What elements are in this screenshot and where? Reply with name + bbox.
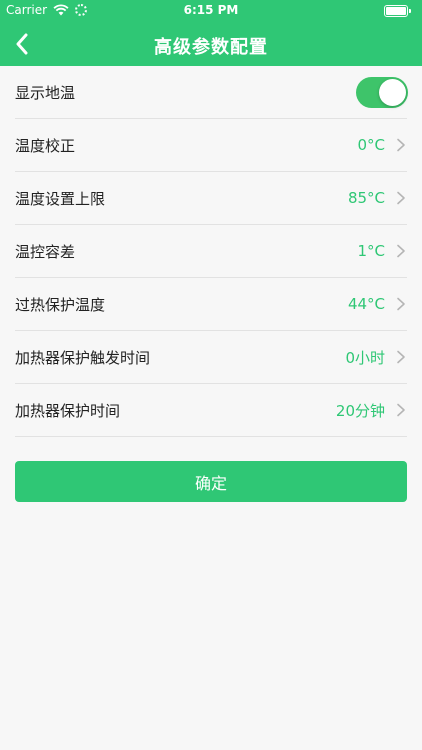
confirm-button[interactable]: 确定 xyxy=(15,461,407,502)
page-title: 高级参数配置 xyxy=(154,37,268,58)
setting-label: 温控容差 xyxy=(15,242,76,261)
setting-row-heater-protection-time[interactable]: 加热器保护时间 20分钟 xyxy=(15,384,407,437)
battery-fill xyxy=(386,7,406,15)
setting-row-show-floor-temp: 显示地温 xyxy=(15,66,408,119)
setting-label: 温度校正 xyxy=(15,136,76,155)
status-time: 6:15 PM xyxy=(183,3,239,17)
setting-label: 温度设置上限 xyxy=(15,189,106,208)
setting-row-temp-calibration[interactable]: 温度校正 0°C xyxy=(15,119,407,172)
chevron-right-icon xyxy=(397,403,405,417)
setting-value: 85°C xyxy=(347,189,385,207)
toggle-knob xyxy=(379,78,406,106)
status-bar: Carrier 6:15 PM xyxy=(0,0,422,22)
chevron-right-icon xyxy=(397,350,405,364)
setting-value: 0小时 xyxy=(345,348,385,367)
chevron-right-icon xyxy=(397,138,405,152)
setting-label: 显示地温 xyxy=(15,83,76,102)
battery-tip xyxy=(409,9,411,13)
setting-value: 0°C xyxy=(357,136,385,154)
show-floor-temp-toggle[interactable] xyxy=(356,76,408,108)
setting-row-temp-upper-limit[interactable]: 温度设置上限 85°C xyxy=(15,172,407,225)
setting-value: 44°C xyxy=(347,295,385,313)
setting-row-heater-trigger-time[interactable]: 加热器保护触发时间 0小时 xyxy=(15,331,407,384)
setting-label: 加热器保护时间 xyxy=(15,401,121,420)
chevron-right-icon xyxy=(397,297,405,311)
setting-value: 1°C xyxy=(357,242,385,260)
settings-list: 显示地温 温度校正 0°C 温度设置上限 85°C 温控容差 1°C 过热保护温… xyxy=(15,66,408,437)
setting-label: 加热器保护触发时间 xyxy=(15,348,151,367)
nav-header: Carrier 6:15 PM 高级参数配置 xyxy=(0,0,422,66)
chevron-right-icon xyxy=(397,191,405,205)
chevron-right-icon xyxy=(397,244,405,258)
battery-icon xyxy=(384,5,411,17)
setting-label: 过热保护温度 xyxy=(15,295,106,314)
setting-row-temp-tolerance[interactable]: 温控容差 1°C xyxy=(15,225,407,278)
setting-row-overheat-protection[interactable]: 过热保护温度 44°C xyxy=(15,278,407,331)
setting-value: 20分钟 xyxy=(335,401,385,420)
